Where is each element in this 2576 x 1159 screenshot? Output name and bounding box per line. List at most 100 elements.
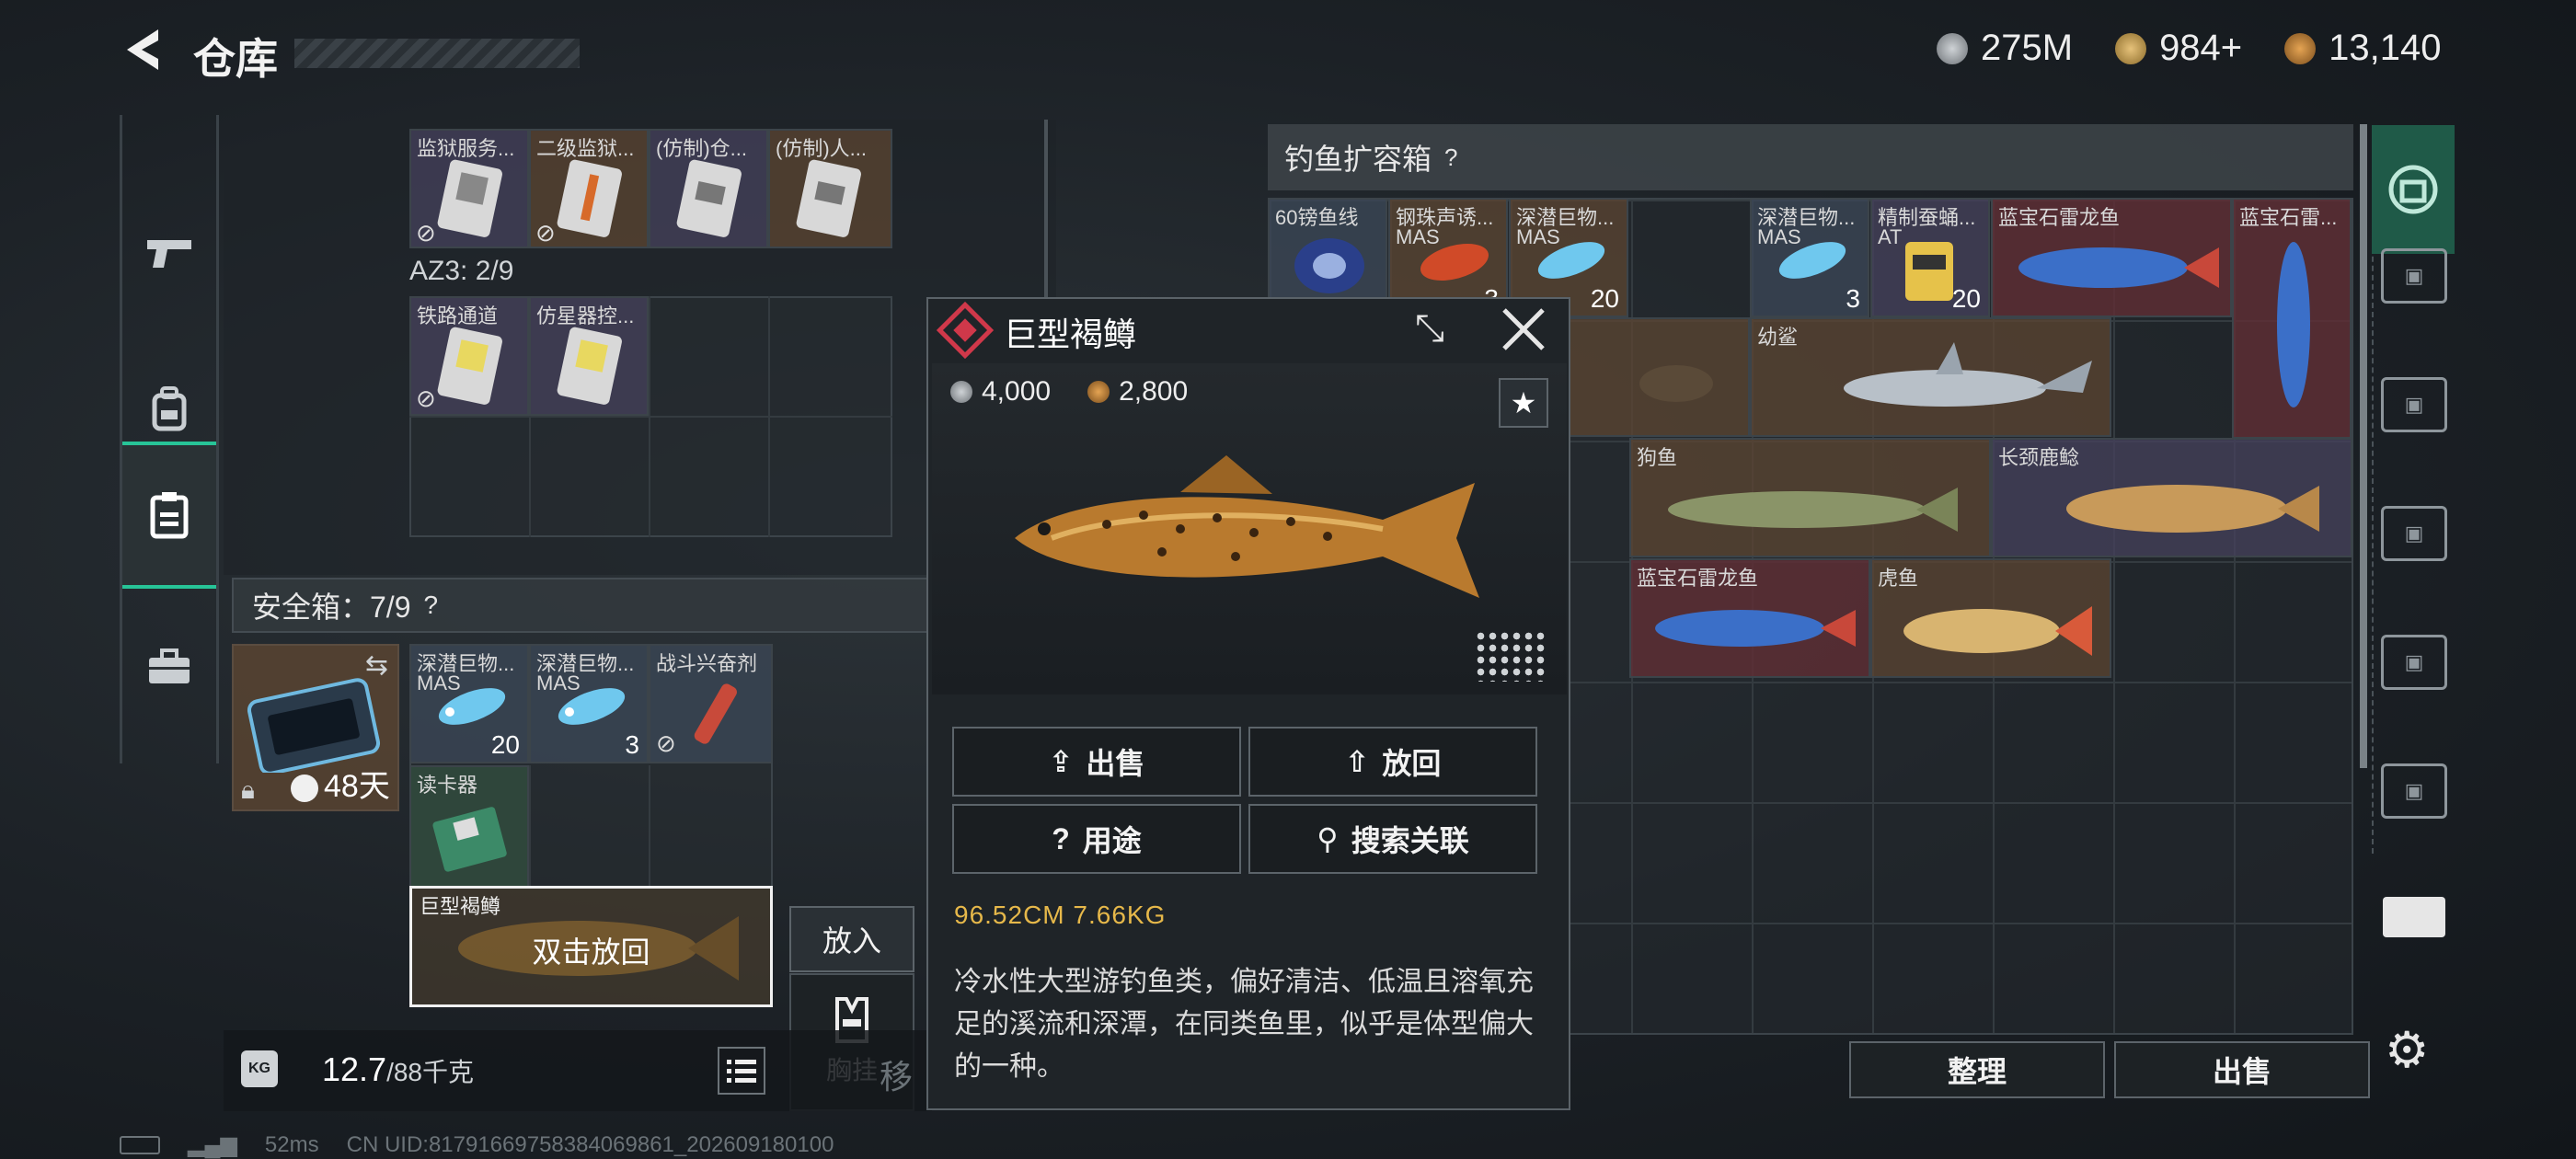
search-related-button[interactable]: ⚲ 搜索关联 (1248, 804, 1537, 874)
giraffe-catfish-icon (2066, 485, 2319, 533)
safe-box-label: 安全箱：7/9 (252, 591, 411, 624)
stimulant-syringe-icon (694, 683, 737, 744)
az3-label: AZ3: 2/9 (409, 256, 514, 286)
storage-box-icon (2388, 165, 2438, 214)
expansion-item-slot[interactable]: 狗鱼 (1629, 438, 1991, 557)
weight-kg-icon: KG (241, 1050, 278, 1087)
battery-icon (120, 1135, 160, 1154)
swap-icon[interactable]: ⇆ (365, 649, 388, 682)
sidebar-item-storage[interactable] (122, 442, 216, 589)
weight-current: 12.7 (322, 1050, 387, 1088)
gold-coin-icon (1087, 381, 1110, 403)
expansion-item-slot[interactable]: 蓝宝石雷龙鱼 (1991, 198, 2232, 317)
no-carry-icon: ⊘ (535, 219, 556, 247)
safe-box-days: 48天 (324, 769, 390, 804)
uid-value: CN UID:817916697583840698​61_20260918010… (346, 1131, 834, 1157)
settings-gear-icon[interactable]: ⚙ (2385, 1021, 2429, 1079)
card-reader-icon (432, 807, 507, 872)
close-button[interactable] (1499, 304, 1548, 354)
collapse-button[interactable]: ⤡ (1407, 308, 1453, 354)
weight-display: 12.7/88千克 (322, 1050, 474, 1089)
sapphire-snakehead-icon (2018, 247, 2219, 288)
keycard-icon (557, 159, 622, 237)
fish-description: 冷水性大型游钓鱼类，偏好清洁、低温且溶氧充足的溪流和深潭，在同类鱼里，似乎是体型… (954, 967, 1534, 1082)
pike-icon (1668, 488, 1958, 532)
container-tab[interactable]: ▣ (2381, 506, 2447, 561)
sapphire-snakehead-icon (2277, 242, 2310, 407)
container-tab[interactable]: ▣ (2381, 635, 2447, 690)
return-hint: 双击放回 (532, 935, 650, 969)
safe-box-header: 安全箱：7/9 ? (232, 578, 931, 633)
title-decoration (294, 39, 580, 68)
category-sidebar (120, 115, 219, 763)
usage-button[interactable]: ? 用途 (952, 804, 1241, 874)
expansion-item-slot[interactable]: 幼鲨 (1750, 317, 2111, 437)
sapphire-snakehead-icon (1655, 610, 1856, 647)
safe-item-slot[interactable]: 深潜巨物... MAS 20 (409, 644, 529, 763)
upload-icon: ⇧ (1344, 745, 1370, 778)
expansion-item-slot[interactable]: 深潜巨物... MAS 3 (1750, 198, 1869, 317)
container-tab[interactable]: ▣ (2381, 248, 2447, 304)
expansion-scrollbar[interactable] (2360, 124, 2367, 768)
lock-icon: 🔒︎ (241, 775, 255, 804)
silver-amount: 275M (1981, 28, 2074, 68)
expansion-item-slot[interactable]: 蓝宝石雷... (2232, 198, 2352, 439)
keycard-icon (557, 327, 622, 405)
back-button[interactable] (118, 24, 169, 75)
fish-size: 96.52CM 7.66KG (954, 901, 1167, 929)
map-icon[interactable] (2383, 897, 2445, 937)
item-detail-popup: 巨型褐鳟 ⤡ 4,000 2,800 ★ ⇪ 出售 ⇧ 放回 ? 用途 ⚲ 搜索关联 9… (926, 297, 1570, 1110)
ghost-text: 移 (880, 1058, 914, 1096)
help-icon[interactable]: ? (1444, 143, 1457, 172)
sort-button[interactable]: 整理 (1849, 1041, 2105, 1098)
sell-all-button[interactable]: 出售 (2114, 1041, 2370, 1098)
keycard-icon (437, 159, 502, 237)
stash-item-slot[interactable]: (仿制)人... (768, 129, 892, 248)
briefcase-icon (149, 648, 190, 683)
lure-icon (438, 688, 506, 725)
keycard-icon (796, 159, 861, 237)
weight-max: /88千克 (386, 1058, 475, 1086)
no-carry-icon: ⊘ (656, 729, 676, 757)
safe-box-container[interactable]: ⇆ 🔒︎ 48天 (232, 644, 399, 811)
expansion-box-header: 钓鱼扩容箱 ? (1268, 124, 2353, 190)
container-tab[interactable]: ▣ (2381, 377, 2447, 432)
sidebar-item-weapons[interactable] (122, 179, 216, 327)
expansion-item-slot[interactable]: 长颈鹿鲶 (1991, 438, 2352, 557)
expansion-item-slot[interactable]: 虎鱼 (1870, 558, 2111, 678)
container-tab[interactable]: ▣ (2381, 763, 2447, 819)
price-gold: 2,800 (1119, 376, 1189, 407)
az3-item-slot[interactable]: 仿星器控... (529, 296, 649, 416)
no-carry-icon: ⊘ (416, 219, 436, 247)
grid-size-icon (1475, 630, 1548, 682)
sell-button[interactable]: ⇪ 出售 (952, 727, 1241, 797)
help-icon[interactable]: ? (424, 591, 439, 620)
clock-icon (291, 775, 318, 802)
search-icon: ⚲ (1317, 822, 1339, 855)
rattle-lure-icon (1420, 244, 1489, 281)
keycard-icon (437, 327, 502, 405)
safe-item-slot[interactable]: 深潜巨物... MAS 3 (529, 644, 649, 763)
safe-item-slot[interactable]: 读卡器 (409, 765, 529, 888)
stash-item-slot[interactable]: (仿制)仓... (649, 129, 768, 248)
return-button[interactable]: ⇧ 放回 (1248, 727, 1537, 797)
safe-item-slot[interactable]: 战斗兴奋剂 ⊘ (649, 644, 773, 763)
lure-icon (1537, 242, 1605, 279)
pistol-icon (147, 240, 191, 268)
list-view-button[interactable] (718, 1047, 765, 1095)
expansion-item-slot[interactable]: 蓝宝石雷龙鱼 (1629, 558, 1870, 678)
selected-fish-slot[interactable]: 巨型褐鳟 双击放回 (409, 886, 773, 1007)
expansion-tab-active[interactable] (2372, 125, 2455, 254)
storage-icon (150, 492, 189, 539)
keycard-icon (676, 159, 742, 237)
item-image-area: 4,000 2,800 ★ (932, 363, 1567, 694)
sidebar-item-case[interactable] (122, 593, 216, 740)
selected-fish-label: 巨型褐鳟 (420, 895, 501, 918)
lure-icon (558, 688, 626, 725)
fishing-line-spool-icon (1294, 238, 1364, 293)
back-arrow-icon (127, 29, 158, 70)
expansion-item-slot[interactable]: 精制蚕蛹... AT 20 (1870, 198, 1990, 317)
place-in-button[interactable]: 放入 (789, 906, 914, 972)
favorite-button[interactable]: ★ (1499, 378, 1548, 428)
price-silver: 4,000 (982, 376, 1052, 407)
